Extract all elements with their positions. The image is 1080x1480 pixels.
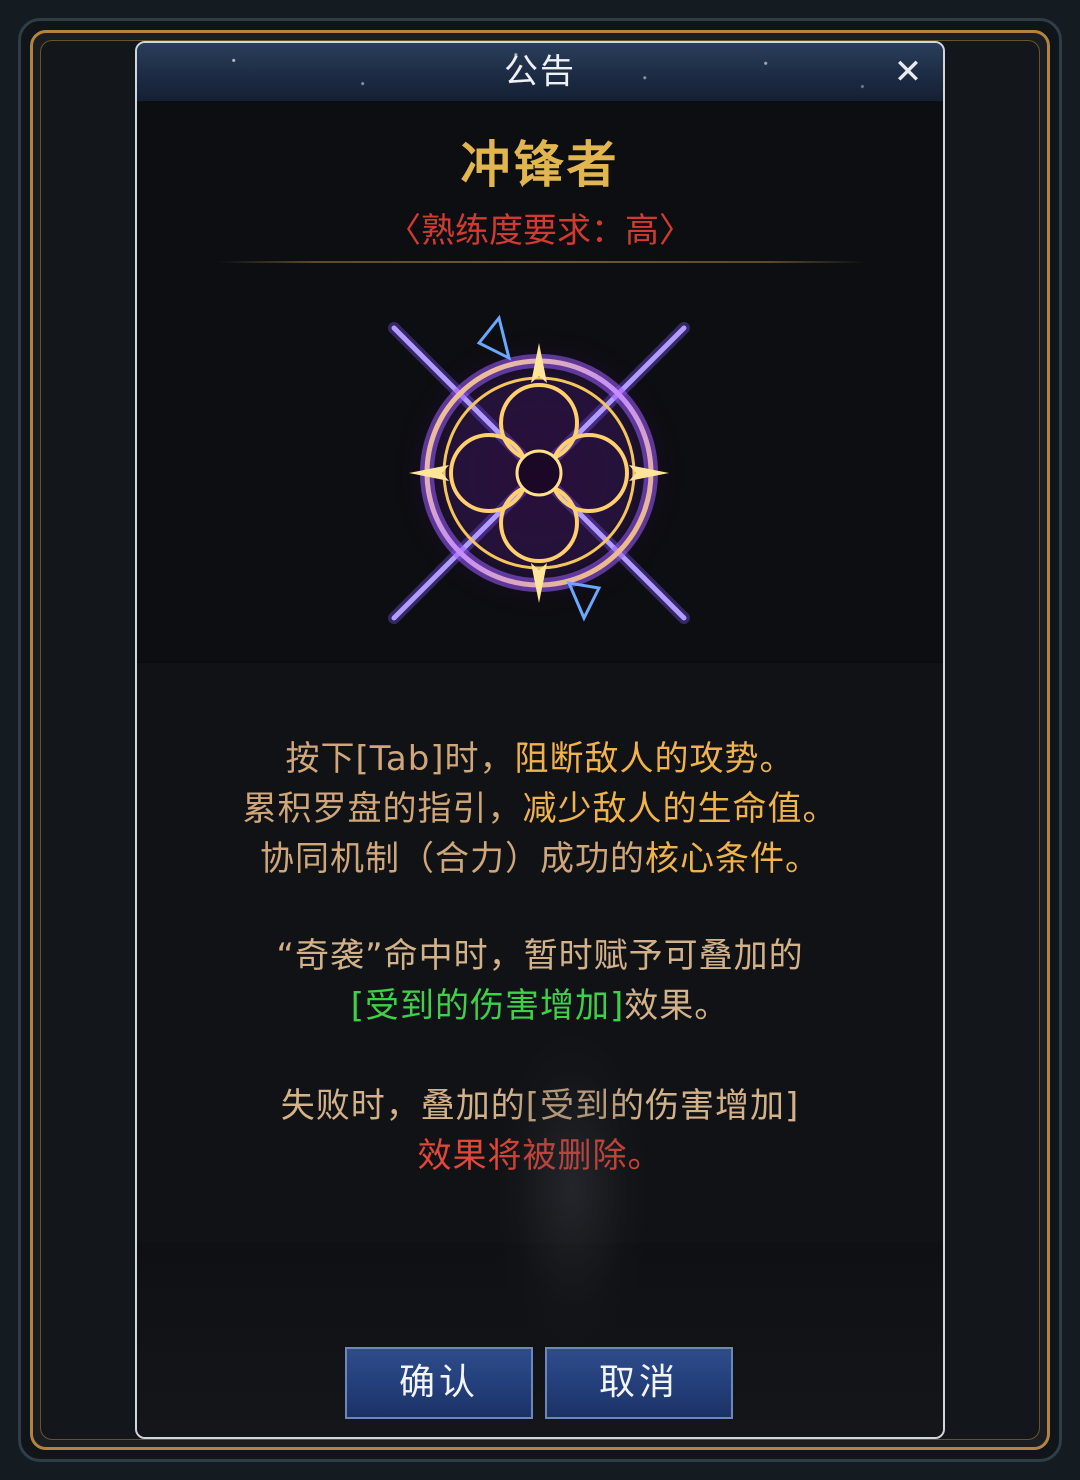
description-highlight: 核心条件。	[645, 839, 820, 879]
description-line: “奇袭”命中时，暂时赋予可叠加的	[276, 936, 804, 976]
compass-emblem-icon	[388, 314, 690, 624]
description-highlight: 减少敌人的生命值。	[522, 789, 838, 829]
notice-dialog: 公告 ✕ 冲锋者 〈熟练度要求：高〉 按下[Tab]时，阻断敌人的攻势。 累积罗…	[135, 41, 945, 1439]
description-text: 效果。	[624, 986, 730, 1026]
dialog-title: 公告	[504, 52, 576, 92]
description-line: 协同机制（合力）成功的核心条件。	[137, 831, 943, 880]
description-highlight: 阻断敌人的攻势。	[514, 739, 795, 779]
buff-keyword: [受到的伤害增加]	[350, 986, 625, 1026]
character-silhouette	[497, 1033, 647, 1343]
description-text: 按下[Tab]时，	[285, 739, 515, 779]
description-text: 累积罗盘的指引，	[242, 789, 523, 829]
description-line: 按下[Tab]时，阻断敌人的攻势。	[137, 731, 943, 780]
cancel-button[interactable]: 取消	[545, 1347, 733, 1419]
header-divider	[217, 261, 867, 263]
dialog-titlebar: 公告 ✕	[137, 43, 943, 102]
confirm-button[interactable]: 确认	[345, 1347, 533, 1419]
description-line: 累积罗盘的指引，减少敌人的生命值。	[137, 781, 943, 830]
description-line: [受到的伤害增加]效果。	[137, 978, 943, 1027]
proficiency-requirement: 〈熟练度要求：高〉	[387, 211, 693, 251]
description-text: 协同机制（合力）成功的	[260, 839, 645, 879]
skill-name: 冲锋者	[460, 135, 620, 194]
close-icon[interactable]: ✕	[889, 53, 927, 91]
